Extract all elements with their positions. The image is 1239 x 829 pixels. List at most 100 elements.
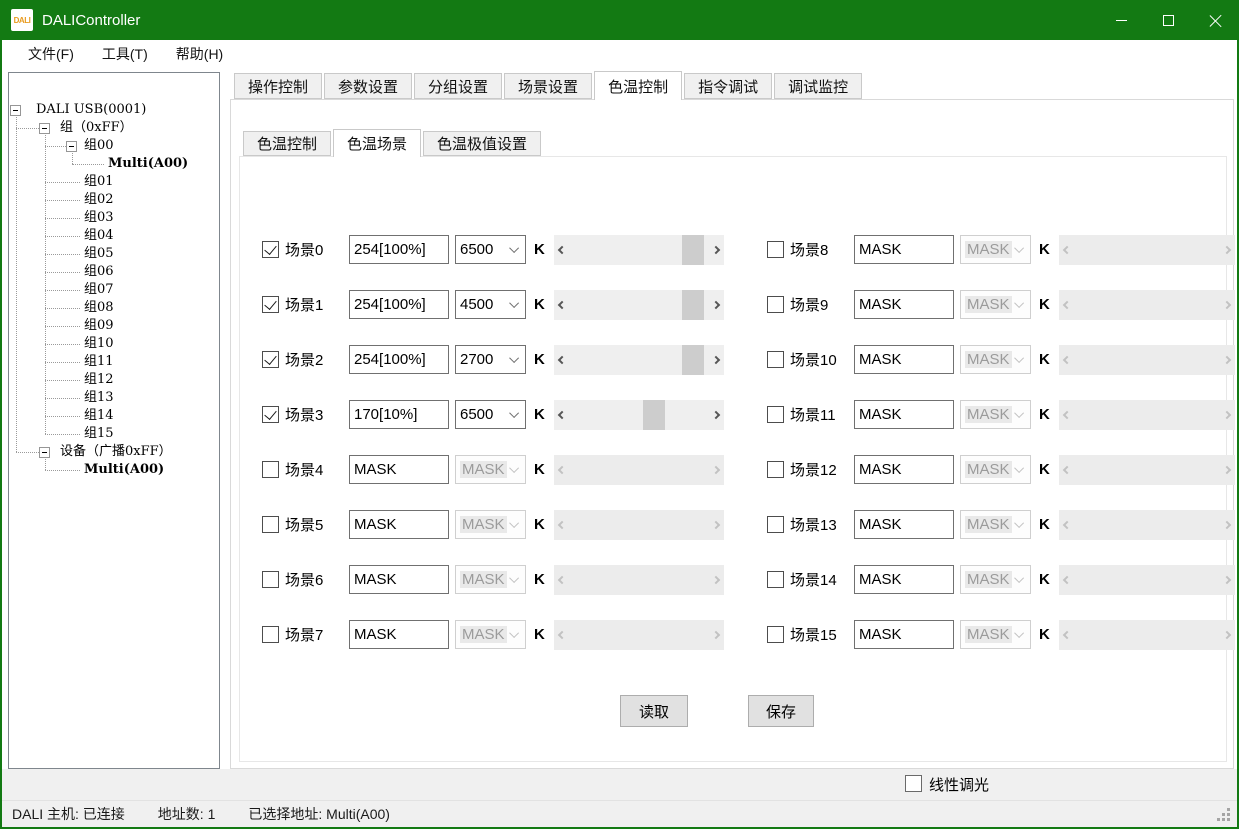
scene-level-input[interactable] (854, 565, 954, 594)
scene-temp-select[interactable]: MASK (960, 290, 1031, 319)
scene-level-input[interactable] (349, 565, 449, 594)
tree-node[interactable]: 组12 (84, 371, 114, 389)
tree-node[interactable]: DALI USB(0001) (36, 101, 146, 119)
scene-slider[interactable] (1059, 455, 1235, 485)
scene-slider[interactable] (554, 455, 724, 485)
slider-right-arrow-icon[interactable] (1218, 455, 1235, 485)
slider-right-arrow-icon[interactable] (1218, 565, 1235, 595)
scene-level-input[interactable] (854, 400, 954, 429)
slider-left-arrow-icon[interactable] (1059, 290, 1076, 320)
scene-slider[interactable] (1059, 620, 1235, 650)
slider-left-arrow-icon[interactable] (554, 620, 571, 650)
slider-left-arrow-icon[interactable] (554, 290, 571, 320)
tree-expander-icon[interactable] (39, 447, 50, 458)
slider-right-arrow-icon[interactable] (1218, 290, 1235, 320)
sub-tab[interactable]: 色温控制 (243, 131, 331, 156)
maximize-button[interactable] (1145, 0, 1192, 40)
tree-expander-icon[interactable] (39, 123, 50, 134)
scene-slider[interactable] (554, 510, 724, 540)
tree-node[interactable]: 组04 (84, 227, 114, 245)
slider-left-arrow-icon[interactable] (1059, 400, 1076, 430)
tree-node[interactable]: 组00 (84, 137, 114, 155)
scene-checkbox[interactable] (767, 406, 784, 423)
slider-track[interactable] (1076, 345, 1218, 375)
scene-slider[interactable] (554, 345, 724, 375)
scene-slider[interactable] (554, 565, 724, 595)
scene-slider[interactable] (1059, 565, 1235, 595)
slider-left-arrow-icon[interactable] (1059, 510, 1076, 540)
tree-node[interactable]: 组07 (84, 281, 114, 299)
slider-right-arrow-icon[interactable] (707, 510, 724, 540)
tree-node[interactable]: 组03 (84, 209, 114, 227)
scene-checkbox[interactable] (262, 626, 279, 643)
tree-node[interactable]: Multi(A00) (108, 155, 188, 173)
scene-checkbox[interactable] (767, 241, 784, 258)
scene-temp-select[interactable]: MASK (960, 400, 1031, 429)
scene-checkbox[interactable] (262, 461, 279, 478)
slider-right-arrow-icon[interactable] (707, 565, 724, 595)
scene-temp-select[interactable]: MASK (960, 620, 1031, 649)
slider-left-arrow-icon[interactable] (1059, 620, 1076, 650)
main-tab[interactable]: 指令调试 (684, 73, 772, 99)
scene-level-input[interactable] (349, 400, 449, 429)
scene-temp-select[interactable]: MASK (455, 565, 526, 594)
slider-left-arrow-icon[interactable] (1059, 565, 1076, 595)
scene-checkbox[interactable] (262, 516, 279, 533)
slider-right-arrow-icon[interactable] (707, 455, 724, 485)
slider-track[interactable] (571, 235, 707, 265)
save-button[interactable]: 保存 (748, 695, 814, 727)
device-tree-panel[interactable]: DALI USB(0001)组（0xFF）组00Multi(A00)组01组02… (8, 72, 220, 769)
scene-checkbox[interactable] (262, 351, 279, 368)
slider-left-arrow-icon[interactable] (1059, 345, 1076, 375)
slider-track[interactable] (1076, 565, 1218, 595)
slider-left-arrow-icon[interactable] (554, 345, 571, 375)
slider-thumb[interactable] (682, 235, 704, 265)
slider-track[interactable] (571, 510, 707, 540)
slider-track[interactable] (1076, 290, 1218, 320)
slider-right-arrow-icon[interactable] (707, 235, 724, 265)
scene-slider[interactable] (554, 400, 724, 430)
slider-left-arrow-icon[interactable] (554, 400, 571, 430)
scene-checkbox[interactable] (767, 626, 784, 643)
slider-right-arrow-icon[interactable] (707, 345, 724, 375)
scene-level-input[interactable] (854, 345, 954, 374)
slider-right-arrow-icon[interactable] (707, 620, 724, 650)
slider-left-arrow-icon[interactable] (1059, 455, 1076, 485)
scene-temp-select[interactable]: MASK (455, 620, 526, 649)
slider-left-arrow-icon[interactable] (554, 235, 571, 265)
scene-temp-select[interactable]: 4500 (455, 290, 526, 319)
tree-node[interactable]: 组10 (84, 335, 114, 353)
scene-temp-select[interactable]: 2700 (455, 345, 526, 374)
menu-item[interactable]: 文件(F) (14, 40, 88, 68)
scene-level-input[interactable] (854, 290, 954, 319)
slider-track[interactable] (571, 400, 707, 430)
scene-temp-select[interactable]: 6500 (455, 400, 526, 429)
scene-checkbox[interactable] (767, 461, 784, 478)
slider-left-arrow-icon[interactable] (554, 565, 571, 595)
scene-level-input[interactable] (349, 235, 449, 264)
scene-level-input[interactable] (854, 455, 954, 484)
main-tab[interactable]: 参数设置 (324, 73, 412, 99)
tree-node[interactable]: 组（0xFF） (60, 119, 133, 137)
slider-left-arrow-icon[interactable] (1059, 235, 1076, 265)
menu-item[interactable]: 工具(T) (88, 40, 162, 68)
scene-temp-select[interactable]: 6500 (455, 235, 526, 264)
scene-checkbox[interactable] (262, 241, 279, 258)
tree-node[interactable]: 组11 (84, 353, 114, 371)
scene-temp-select[interactable]: MASK (960, 565, 1031, 594)
slider-track[interactable] (1076, 400, 1218, 430)
slider-track[interactable] (571, 455, 707, 485)
slider-right-arrow-icon[interactable] (1218, 620, 1235, 650)
slider-track[interactable] (1076, 235, 1218, 265)
scene-temp-select[interactable]: MASK (455, 510, 526, 539)
scene-slider[interactable] (1059, 235, 1235, 265)
slider-right-arrow-icon[interactable] (1218, 345, 1235, 375)
main-tab[interactable]: 调试监控 (774, 73, 862, 99)
scene-checkbox[interactable] (767, 516, 784, 533)
scene-temp-select[interactable]: MASK (455, 455, 526, 484)
scene-level-input[interactable] (349, 455, 449, 484)
scene-temp-select[interactable]: MASK (960, 455, 1031, 484)
slider-track[interactable] (1076, 620, 1218, 650)
tree-node[interactable]: 设备（广播0xFF） (60, 443, 172, 461)
slider-thumb[interactable] (682, 345, 704, 375)
